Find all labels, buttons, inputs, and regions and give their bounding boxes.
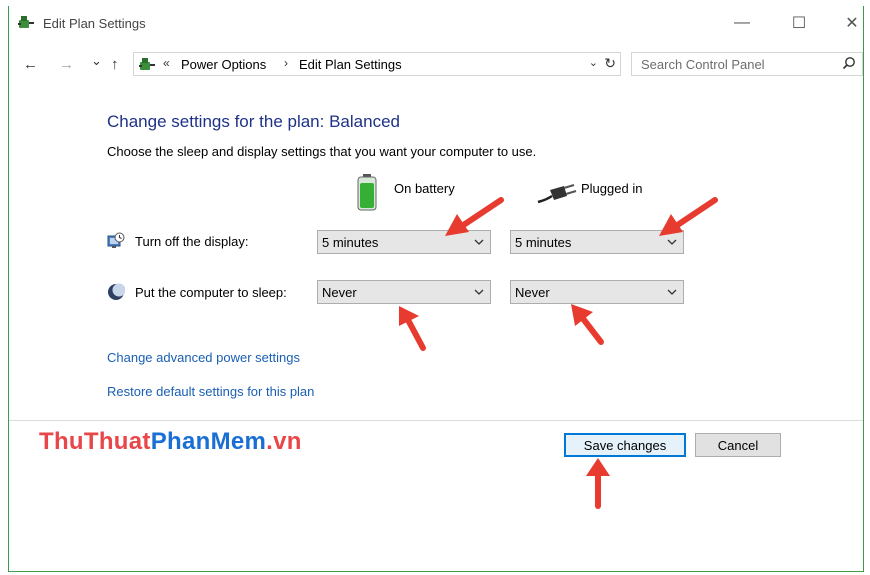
display-on-battery-value: 5 minutes (322, 235, 379, 250)
close-button[interactable]: ✕ (837, 12, 867, 34)
search-icon[interactable] (842, 56, 856, 70)
breadcrumb-edit-plan-settings[interactable]: Edit Plan Settings (299, 57, 402, 72)
sleep-plugged-in-value: Never (515, 285, 550, 300)
power-options-icon (18, 16, 34, 28)
recent-locations-chevron-icon[interactable]: ⌄ (91, 53, 102, 69)
turn-off-display-label: Turn off the display: (135, 234, 249, 249)
annotation-arrow-icon (571, 304, 604, 345)
window-title: Edit Plan Settings (43, 16, 146, 31)
annotation-arrow-icon (586, 458, 610, 509)
back-arrow-icon[interactable]: ← (23, 56, 38, 73)
power-options-icon (139, 58, 155, 70)
battery-icon (357, 174, 377, 211)
up-arrow-icon[interactable]: ↑ (111, 56, 119, 73)
annotation-arrow-icon (445, 197, 504, 236)
annotation-arrow-icon (399, 306, 426, 351)
display-timer-icon (107, 232, 125, 248)
forward-arrow-icon[interactable]: → (59, 56, 74, 73)
cancel-button[interactable]: Cancel (695, 433, 781, 457)
search-placeholder: Search Control Panel (641, 57, 765, 72)
watermark-part-1: ThuThuat (39, 428, 151, 455)
save-changes-button[interactable]: Save changes (564, 433, 686, 457)
sleep-on-battery-value: Never (322, 285, 357, 300)
chevron-down-icon (667, 289, 677, 295)
breadcrumb-separator-icon[interactable]: › (284, 56, 288, 70)
page-description: Choose the sleep and display settings th… (107, 144, 537, 159)
page-title: Change settings for the plan: Balanced (107, 112, 400, 131)
display-plugged-in-value: 5 minutes (515, 235, 572, 250)
overflow-chevron-icon[interactable]: « (163, 56, 170, 70)
address-dropdown-icon[interactable]: ⌄ (589, 56, 598, 69)
breadcrumb-power-options[interactable]: Power Options (181, 57, 266, 72)
column-plugged-in: Plugged in (581, 181, 643, 196)
sleep-moon-icon (108, 283, 125, 300)
watermark-part-3: .vn (266, 428, 302, 455)
search-input[interactable]: Search Control Panel (631, 52, 863, 76)
navigation-bar: ← → ⌄ ↑ « Power Options › Edit Plan Sett… (9, 50, 865, 80)
footer-divider (9, 420, 863, 421)
change-advanced-power-settings-link[interactable]: Change advanced power settings (107, 350, 300, 365)
restore-default-settings-link[interactable]: Restore default settings for this plan (107, 384, 314, 399)
title-bar: Edit Plan Settings — ☐ ✕ (9, 6, 865, 40)
put-computer-to-sleep-label: Put the computer to sleep: (135, 285, 287, 300)
annotation-arrow-icon (659, 197, 718, 236)
sleep-on-battery-select[interactable]: Never (317, 280, 491, 304)
edit-plan-settings-window: Edit Plan Settings — ☐ ✕ ← → ⌄ ↑ « Power… (8, 6, 864, 572)
watermark: ThuThuatPhanMem.vn (39, 428, 302, 456)
maximize-button[interactable]: ☐ (784, 12, 814, 34)
minimize-button[interactable]: — (727, 12, 757, 34)
refresh-icon[interactable]: ↻ (604, 55, 616, 72)
address-bar[interactable]: « Power Options › Edit Plan Settings ⌄ ↻ (133, 52, 621, 76)
watermark-part-2: PhanMem (150, 428, 267, 455)
chevron-down-icon (474, 289, 484, 295)
power-plug-icon (537, 184, 577, 204)
